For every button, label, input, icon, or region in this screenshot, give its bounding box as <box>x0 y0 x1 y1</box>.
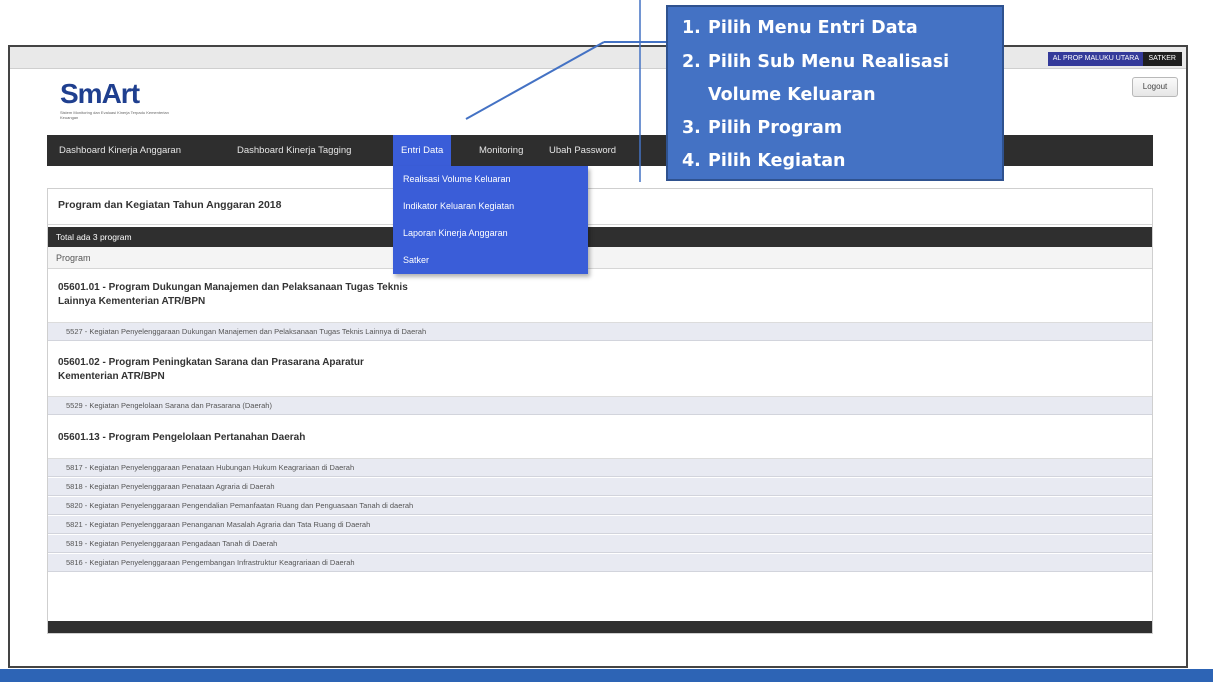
bottom-bar <box>0 669 1213 682</box>
program-title-line: Lainnya Kementerian ATR/BPN <box>58 296 206 307</box>
panel-title: Program dan Kegiatan Tahun Anggaran 2018 <box>48 189 1152 225</box>
callout-step: 1. Pilih Menu Entri Data <box>682 18 918 38</box>
callout-step: Volume Keluaran <box>708 85 876 105</box>
program-row[interactable]: 05601.02 - Program Peningkatan Sarana da… <box>48 341 1152 397</box>
program-panel: Program dan Kegiatan Tahun Anggaran 2018… <box>47 188 1153 634</box>
activity-row[interactable]: 5816 - Kegiatan Penyelenggaraan Pengemba… <box>48 554 1152 572</box>
app-window: AL PROP MALUKU UTARA SATKER Logout SmArt… <box>8 45 1188 668</box>
program-row[interactable]: 05601.01 - Program Dukungan Manajemen da… <box>48 269 1152 323</box>
panel-footer <box>48 621 1152 633</box>
nav-entri-data[interactable]: Entri Data <box>393 135 452 166</box>
logo-text: SmArt <box>60 78 140 109</box>
menu-item-satker[interactable]: Satker <box>393 247 588 274</box>
instruction-callout: 1. Pilih Menu Entri Data 2. Pilih Sub Menu… <box>666 5 1004 181</box>
program-row[interactable]: 05601.13 - Program Pengelolaan Pertanaha… <box>48 415 1152 459</box>
menu-item-indikator-keluaran-kegiatan[interactable]: Indikator Keluaran Kegiatan <box>393 193 588 220</box>
logout-button[interactable]: Logout <box>1132 77 1178 97</box>
smart-logo: SmArt Sistem Monitoring dan Evaluasi Kin… <box>60 78 180 120</box>
activity-row[interactable]: 5820 - Kegiatan Penyelenggaraan Pengenda… <box>48 497 1152 515</box>
callout-step: 2. Pilih Sub Menu Realisasi <box>682 52 950 72</box>
nav-dashboard-kinerja-anggaran[interactable]: Dashboard Kinerja Anggaran <box>51 135 189 166</box>
program-title-line: 05601.01 - Program Dukungan Manajemen da… <box>58 282 408 293</box>
activity-row[interactable]: 5817 - Kegiatan Penyelenggaraan Penataan… <box>48 459 1152 477</box>
nav-dashboard-kinerja-tagging[interactable]: Dashboard Kinerja Tagging <box>229 135 359 166</box>
activity-row[interactable]: 5818 - Kegiatan Penyelenggaraan Penataan… <box>48 478 1152 496</box>
program-column-header: Program <box>48 247 1152 269</box>
activity-row[interactable]: 5819 - Kegiatan Penyelenggaraan Pengadaa… <box>48 535 1152 553</box>
program-count: Total ada 3 program <box>48 227 1152 247</box>
activity-row[interactable]: 5529 - Kegiatan Pengelolaan Sarana dan P… <box>48 397 1152 415</box>
user-unit-label[interactable]: AL PROP MALUKU UTARA <box>1047 52 1144 66</box>
entri-data-dropdown: Realisasi Volume Keluaran Indikator Kelu… <box>393 166 588 274</box>
callout-step: 4. Pilih Kegiatan <box>682 151 846 171</box>
callout-step: 3. Pilih Program <box>682 118 843 138</box>
program-title-line: 05601.02 - Program Peningkatan Sarana da… <box>58 357 364 368</box>
menu-item-laporan-kinerja-anggaran[interactable]: Laporan Kinerja Anggaran <box>393 220 588 247</box>
menu-item-realisasi-volume-keluaran[interactable]: Realisasi Volume Keluaran <box>393 166 588 193</box>
top-strip: AL PROP MALUKU UTARA SATKER <box>10 47 1186 69</box>
program-title-line: Kementerian ATR/BPN <box>58 371 165 382</box>
nav-ubah-password[interactable]: Ubah Password <box>541 135 624 166</box>
activity-row[interactable]: 5527 - Kegiatan Penyelenggaraan Dukungan… <box>48 323 1152 341</box>
program-title-line: 05601.13 - Program Pengelolaan Pertanaha… <box>58 432 306 443</box>
logo-subtitle: Sistem Monitoring dan Evaluasi Kinerja T… <box>60 110 169 120</box>
activity-row[interactable]: 5821 - Kegiatan Penyelenggaraan Penangan… <box>48 516 1152 534</box>
nav-monitoring[interactable]: Monitoring <box>471 135 531 166</box>
satker-button[interactable]: SATKER <box>1142 52 1182 66</box>
